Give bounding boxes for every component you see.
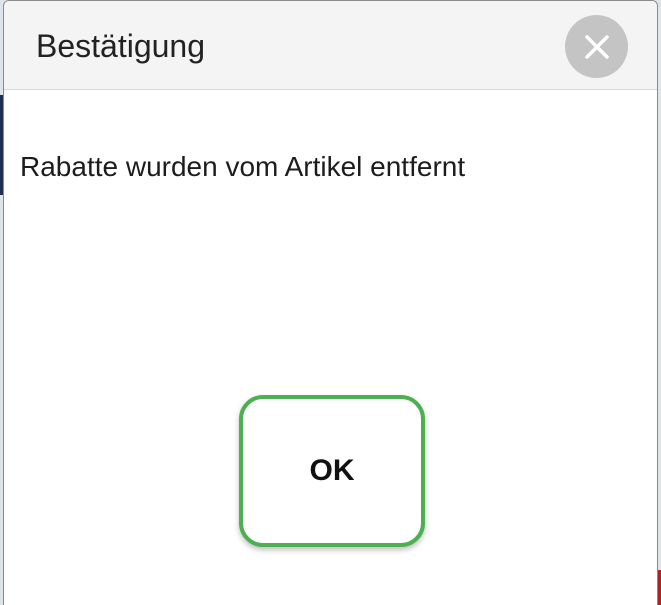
close-button[interactable] <box>565 15 628 78</box>
ok-button[interactable]: OK <box>239 395 425 547</box>
dialog-title: Bestätigung <box>36 28 206 64</box>
close-icon <box>582 32 612 62</box>
confirmation-dialog: Bestätigung Rabatte wurden vom Artikel e… <box>3 0 658 605</box>
dialog-message: Rabatte wurden vom Artikel entfernt <box>20 151 466 182</box>
dialog-header: Bestätigung <box>4 1 657 90</box>
